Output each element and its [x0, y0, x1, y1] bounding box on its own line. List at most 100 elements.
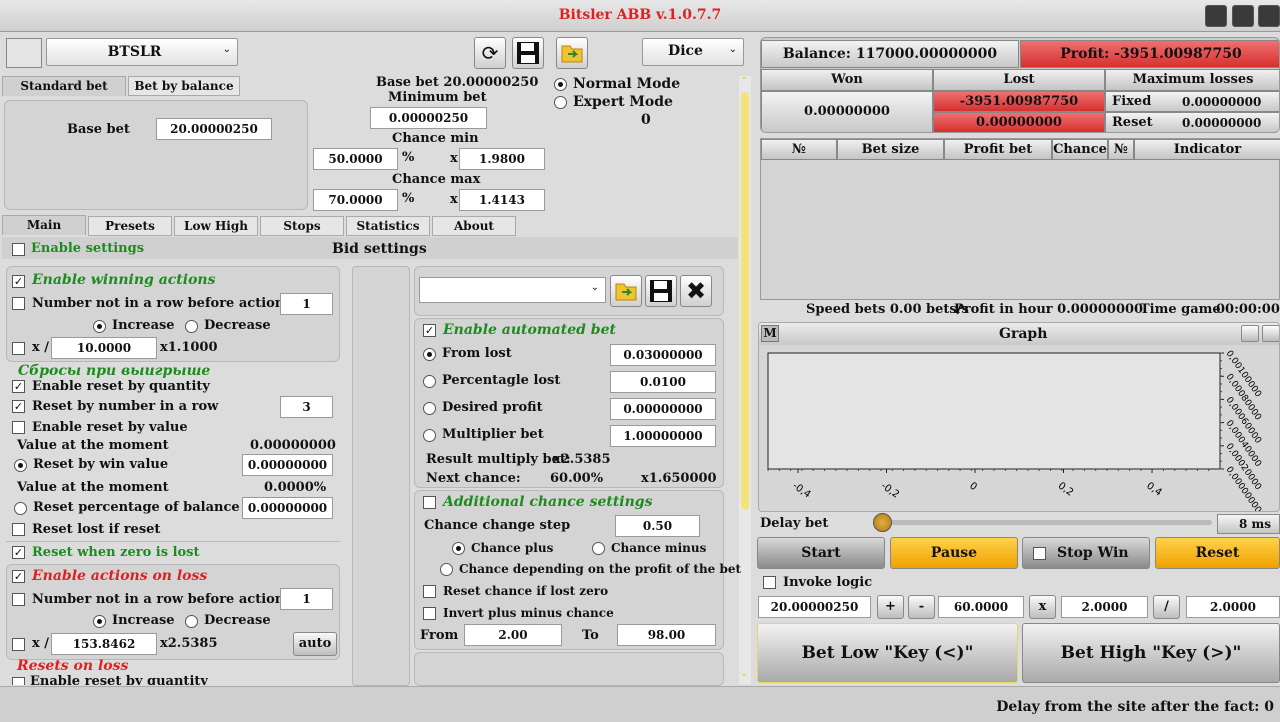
chance-min-multiplier[interactable]: 1.9800: [459, 148, 545, 170]
preset-select[interactable]: ⌄: [419, 277, 606, 303]
pause-button[interactable]: Pause: [890, 537, 1018, 569]
rclz-checkbox[interactable]: [423, 585, 436, 598]
tab-presets[interactable]: Presets: [88, 216, 172, 236]
save-icon[interactable]: [645, 275, 677, 307]
win-rwv-input[interactable]: 0.00000000: [242, 454, 333, 476]
close-button[interactable]: [1258, 5, 1280, 27]
scroll-down-icon[interactable]: ⌄: [740, 668, 748, 679]
chance-min-input[interactable]: 50.0000: [313, 148, 398, 170]
chance-minus-radio[interactable]: [592, 542, 605, 555]
win-rr-checkbox[interactable]: ✓: [12, 400, 25, 413]
save-icon[interactable]: [512, 37, 544, 69]
win-rv-checkbox[interactable]: [12, 421, 25, 434]
bet-low-button[interactable]: Bet Low "Key (<)": [757, 623, 1018, 683]
from-lost-radio[interactable]: [423, 348, 436, 361]
win-increase-radio[interactable]: [93, 320, 106, 333]
reset-button[interactable]: Reset: [1155, 537, 1280, 569]
desired-profit-input[interactable]: 0.00000000: [610, 398, 716, 420]
calc-div-input[interactable]: 2.0000: [1186, 596, 1280, 618]
chance-depend-radio[interactable]: [440, 563, 453, 576]
delay-slider-track[interactable]: [878, 520, 1212, 525]
graph-button-b[interactable]: [1262, 325, 1279, 342]
start-button[interactable]: Start: [757, 537, 885, 569]
tab-statistics[interactable]: Statistics: [346, 216, 430, 236]
win-rwv-radio[interactable]: [14, 459, 27, 472]
stop-win-checkbox[interactable]: [1033, 547, 1046, 560]
stop-win-button[interactable]: Stop Win: [1022, 537, 1150, 569]
win-notrow-input[interactable]: 1: [280, 293, 333, 315]
loss-notrow-checkbox[interactable]: [12, 593, 25, 606]
tab-main-setting[interactable]: Main setting: [2, 215, 86, 250]
pct-lost-radio[interactable]: [423, 375, 436, 388]
win-rlr-checkbox[interactable]: [12, 523, 25, 536]
game-select[interactable]: Dice ⌄: [642, 38, 744, 66]
graph-button-a[interactable]: [1241, 325, 1259, 342]
minimum-bet-input[interactable]: 0.00000250: [370, 107, 487, 129]
desired-profit-radio[interactable]: [423, 402, 436, 415]
loss-xdiv-checkbox[interactable]: [12, 638, 25, 651]
calc-chance-input[interactable]: 60.0000: [938, 596, 1024, 618]
calc-bet-input[interactable]: 20.00000250: [758, 596, 871, 618]
open-folder-icon[interactable]: [556, 37, 588, 69]
win-rpb-radio[interactable]: [14, 502, 27, 515]
calc-minus-button[interactable]: -: [908, 595, 935, 619]
pct-lost-input[interactable]: 0.0100: [610, 371, 716, 393]
multiplier-radio[interactable]: [423, 429, 436, 442]
currency-swatch[interactable]: [6, 38, 42, 68]
tab-low-high[interactable]: Low High: [174, 216, 258, 236]
refresh-icon[interactable]: ⟳: [474, 37, 506, 69]
tab-about[interactable]: About: [432, 216, 516, 236]
tab-bet-by-balance[interactable]: Bet by balance: [128, 76, 240, 96]
chance-max-multiplier[interactable]: 1.4143: [459, 189, 545, 211]
delete-icon[interactable]: ✖: [680, 275, 712, 307]
from-input[interactable]: 2.00: [464, 624, 562, 646]
loss-decrease-radio[interactable]: [185, 615, 198, 628]
chance-plus-radio[interactable]: [452, 542, 465, 555]
chance-max-input[interactable]: 70.0000: [313, 189, 398, 211]
scroll-thumb[interactable]: [741, 92, 749, 510]
calc-div-button[interactable]: /: [1153, 595, 1180, 619]
graph-m-button[interactable]: M: [761, 325, 779, 342]
win-decrease-radio[interactable]: [185, 320, 198, 333]
enable-settings-checkbox[interactable]: [12, 243, 25, 256]
tab-stops[interactable]: Stops: [260, 216, 344, 236]
loss-xdiv-input[interactable]: 153.8462: [51, 633, 157, 655]
win-xdiv-checkbox[interactable]: [12, 342, 25, 355]
from-lost-input[interactable]: 0.03000000: [610, 344, 716, 366]
loss-increase-radio[interactable]: [93, 615, 106, 628]
win-notrow-checkbox[interactable]: [12, 297, 25, 310]
to-input[interactable]: 98.00: [617, 624, 716, 646]
invoke-logic-checkbox[interactable]: [763, 576, 776, 589]
open-folder-icon[interactable]: [610, 275, 642, 307]
maximize-button[interactable]: [1232, 5, 1254, 27]
tab-standard-bet[interactable]: Standard bet: [2, 76, 126, 96]
win-rr-input[interactable]: 3: [280, 396, 333, 418]
multiplier-input[interactable]: 1.00000000: [610, 425, 716, 447]
win-rpb-input[interactable]: 0.00000000: [242, 497, 333, 519]
automated-bet-checkbox[interactable]: ✓: [423, 324, 436, 337]
bet-high-button[interactable]: Bet High "Key (>)": [1022, 623, 1280, 683]
loss-actions-checkbox[interactable]: ✓: [12, 570, 25, 583]
mode-counter: 0: [641, 112, 651, 128]
scroll-up-icon[interactable]: ⌃: [740, 76, 748, 87]
base-bet-input[interactable]: 20.00000250: [156, 118, 272, 140]
calc-mult-button[interactable]: x: [1029, 595, 1056, 619]
auto-button[interactable]: auto: [293, 632, 337, 656]
left-scrollbar[interactable]: ⌃ ⌄: [739, 76, 751, 684]
currency-select[interactable]: BTSLR ⌄: [46, 38, 238, 66]
loss-notrow-input[interactable]: 1: [280, 588, 333, 610]
chance-step-input[interactable]: 0.50: [615, 515, 700, 537]
delay-slider-thumb[interactable]: [873, 513, 892, 532]
calc-plus-button[interactable]: +: [877, 595, 904, 619]
chance-settings-checkbox[interactable]: [423, 496, 436, 509]
loss-rq-checkbox[interactable]: [12, 677, 25, 685]
win-rq-checkbox[interactable]: ✓: [12, 380, 25, 393]
expert-mode-radio[interactable]: [554, 96, 567, 109]
calc-mult-input[interactable]: 2.0000: [1061, 596, 1148, 618]
win-rzl-checkbox[interactable]: ✓: [12, 546, 25, 559]
normal-mode-radio[interactable]: [554, 78, 567, 91]
win-xdiv-input[interactable]: 10.0000: [51, 337, 157, 359]
minimize-button[interactable]: [1205, 5, 1227, 27]
winning-actions-checkbox[interactable]: ✓: [12, 275, 25, 288]
ipm-checkbox[interactable]: [423, 607, 436, 620]
